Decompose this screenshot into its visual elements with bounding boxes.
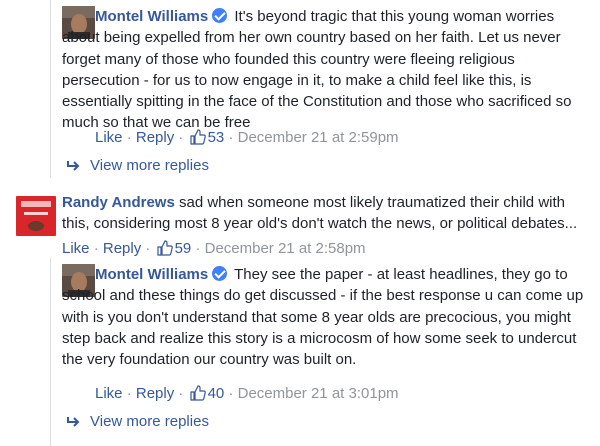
like-link[interactable]: Like [62,240,90,257]
comment-actions: Like · Reply · 40 · December 21 at 3:01p… [95,384,399,407]
avatar[interactable] [16,196,56,236]
thumbs-up-icon[interactable] [156,240,173,262]
view-more-replies[interactable]: View more replies [66,412,209,432]
reply-link[interactable]: Reply [136,129,174,146]
like-count[interactable]: 59 [175,240,192,257]
comment-actions: Like · Reply · 59 · December 21 at 2:58p… [62,239,366,262]
separator: · [126,385,132,402]
comment-body: Randy Andrews sad when someone most like… [62,192,592,235]
timestamp[interactable]: December 21 at 2:59pm [238,129,399,146]
separator: · [93,240,99,257]
comment-body: Montel Williams They see the paper - at … [62,264,592,370]
verified-badge-icon [212,266,228,281]
like-link[interactable]: Like [95,129,123,146]
like-count[interactable]: 40 [208,385,225,402]
comment: Randy Andrews sad when someone most like… [16,192,592,262]
separator: · [178,129,184,146]
timestamp[interactable]: December 21 at 3:01pm [238,385,399,402]
view-more-label: View more replies [90,157,209,174]
reply-comment: Montel Williams They see the paper - at … [62,264,592,404]
thumbs-up-icon[interactable] [189,129,206,151]
reply-arrow-icon [67,417,80,427]
reply-link[interactable]: Reply [103,240,141,257]
comment-author[interactable]: Montel Williams [95,266,208,283]
separator: · [178,385,184,402]
comment-author[interactable]: Randy Andrews [62,194,175,211]
reply-link[interactable]: Reply [136,385,174,402]
comment-actions: Like · Reply · 53 · December 21 at 2:59p… [95,128,399,151]
thumbs-up-icon[interactable] [189,385,206,407]
comment-body: Montel Williams It's beyond tragic that … [62,6,592,134]
timestamp[interactable]: December 21 at 2:58pm [205,240,366,257]
comment-text: It's beyond tragic that this young woman… [62,8,572,132]
separator: · [126,129,132,146]
separator: · [228,129,234,146]
separator: · [145,240,151,257]
separator: · [228,385,234,402]
separator: · [195,240,201,257]
thread-line [50,0,51,178]
reply-arrow-icon [67,161,80,171]
thread-line [50,258,51,446]
comment-author[interactable]: Montel Williams [95,8,208,25]
like-link[interactable]: Like [95,385,123,402]
view-more-label: View more replies [90,413,209,430]
reply-comment: Montel Williams It's beyond tragic that … [62,6,592,156]
view-more-replies[interactable]: View more replies [66,156,209,176]
like-count[interactable]: 53 [208,129,225,146]
verified-badge-icon [212,8,228,23]
